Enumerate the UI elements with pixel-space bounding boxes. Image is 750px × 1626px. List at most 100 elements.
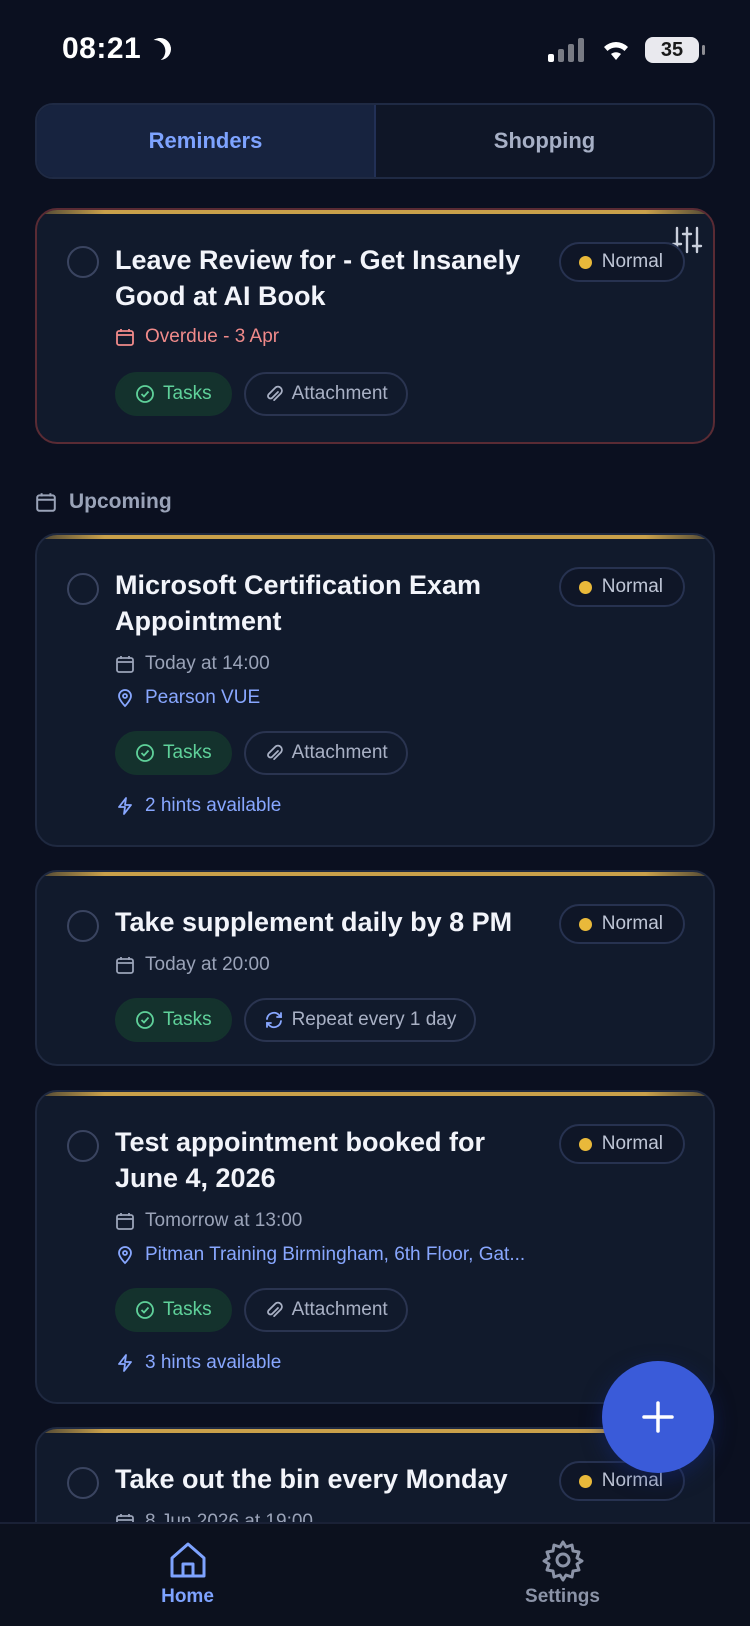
paperclip-icon [266, 744, 283, 760]
complete-checkbox[interactable] [67, 573, 99, 605]
priority-label: Normal [601, 1133, 663, 1154]
tab-home-label: Home [161, 1586, 214, 1607]
battery-level: 35 [660, 38, 684, 61]
check-circle-icon [136, 385, 154, 403]
wifi-icon [604, 42, 628, 60]
complete-checkbox[interactable] [67, 1467, 99, 1499]
due-time: Today at 20:00 [115, 954, 270, 976]
attachment-chip-label: Attachment [291, 742, 388, 763]
complete-checkbox[interactable] [67, 910, 99, 942]
priority-label: Normal [601, 576, 663, 597]
due-time-text: Today at 20:00 [145, 954, 270, 975]
priority-dot [578, 255, 592, 269]
priority-label: Normal [601, 251, 663, 272]
location-link[interactable]: Pitman Training Birmingham, 6th Floor, G… [115, 1244, 525, 1266]
location-text: Pearson VUE [145, 687, 261, 708]
attachment-chip[interactable]: Attachment [243, 1288, 408, 1332]
reminder-card[interactable]: Take supplement daily by 8 PM Normal Tod… [35, 870, 715, 1066]
tab-reminders[interactable]: Reminders [37, 105, 376, 177]
tab-settings-label: Settings [525, 1586, 600, 1607]
tasks-chip-label: Tasks [163, 383, 212, 404]
priority-dot [578, 1474, 592, 1488]
chip-row: Tasks Repeat every 1 day [115, 998, 477, 1042]
complete-checkbox[interactable] [67, 246, 99, 278]
attachment-chip-label: Attachment [291, 1299, 388, 1320]
location-text: Pitman Training Birmingham, 6th Floor, G… [145, 1244, 526, 1265]
paperclip-icon [266, 385, 283, 401]
tasks-chip[interactable]: Tasks [115, 372, 232, 416]
due-time-text: Tomorrow at 13:00 [145, 1210, 303, 1231]
calendar-icon [36, 493, 56, 512]
check-circle-icon [136, 1301, 154, 1319]
tasks-chip[interactable]: Tasks [115, 731, 232, 775]
clock-text: 08:21 [62, 32, 142, 65]
reminder-title: Take supplement daily by 8 PM [115, 907, 513, 937]
list-segmented-control: Reminders Shopping [35, 103, 715, 179]
hints-text: 2 hints available [145, 795, 282, 816]
priority-badge: Normal [558, 904, 685, 944]
battery-indicator: 35 [645, 37, 705, 63]
cellular-signal-icon [548, 38, 584, 62]
tab-settings[interactable]: Settings [375, 1524, 750, 1626]
due-time-text: Today at 14:00 [145, 653, 270, 674]
chip-row: Tasks Attachment [115, 1288, 408, 1332]
repeat-icon [265, 1011, 282, 1029]
hints-link[interactable]: 2 hints available [115, 795, 281, 817]
priority-label: Normal [601, 913, 663, 934]
chip-row: Tasks Attachment [115, 372, 408, 416]
do-not-disturb-icon [146, 35, 174, 63]
status-bar: 08:21 35 [0, 0, 750, 100]
add-reminder-button[interactable] [602, 1361, 714, 1473]
tasks-chip-label: Tasks [163, 1009, 212, 1030]
repeat-chip-label: Repeat every 1 day [291, 1009, 457, 1030]
tasks-chip[interactable]: Tasks [115, 998, 232, 1042]
reminder-title: Microsoft Certification Exam Appointment [115, 570, 482, 636]
location-link[interactable]: Pearson VUE [115, 687, 260, 709]
complete-checkbox[interactable] [67, 1130, 99, 1162]
location-pin-icon [118, 689, 132, 708]
due-date-text: Overdue - 3 Apr [145, 326, 280, 347]
priority-dot [578, 1137, 592, 1151]
section-upcoming: Upcoming [35, 490, 172, 514]
chip-row: Tasks Attachment [115, 731, 408, 775]
reminder-title: Take out the bin every Monday [115, 1464, 508, 1494]
section-title-text: Upcoming [69, 490, 172, 513]
reminder-card-overdue[interactable]: Leave Review for - Get Insanely Good at … [35, 208, 715, 444]
reminder-card[interactable]: Test appointment booked for June 4, 2026… [35, 1090, 715, 1404]
attachment-chip[interactable]: Attachment [243, 372, 408, 416]
status-time: 08:21 [62, 32, 171, 66]
priority-dot [578, 580, 592, 594]
calendar-icon [116, 329, 134, 346]
paperclip-icon [266, 1301, 283, 1317]
lightning-icon [118, 1354, 132, 1372]
priority-badge: Normal [558, 1124, 685, 1164]
reminder-card[interactable]: Microsoft Certification Exam Appointment… [35, 533, 715, 847]
gear-icon [542, 1540, 583, 1582]
calendar-icon [116, 656, 134, 673]
attachment-chip[interactable]: Attachment [243, 731, 408, 775]
tasks-chip-label: Tasks [163, 742, 212, 763]
location-pin-icon [118, 1246, 132, 1265]
check-circle-icon [136, 744, 154, 762]
priority-dot [578, 917, 592, 931]
plus-icon [642, 1401, 674, 1433]
home-icon [170, 1542, 205, 1578]
hints-text: 3 hints available [145, 1352, 282, 1373]
tab-home[interactable]: Home [0, 1524, 375, 1626]
calendar-icon [116, 1213, 134, 1230]
priority-badge: Normal [558, 242, 685, 282]
tasks-chip[interactable]: Tasks [115, 1288, 232, 1332]
reminder-title: Test appointment booked for June 4, 2026 [115, 1127, 485, 1193]
attachment-chip-label: Attachment [291, 383, 388, 404]
due-date: Overdue - 3 Apr [115, 326, 279, 348]
priority-label: Normal [601, 1470, 663, 1491]
lightning-icon [118, 797, 132, 815]
repeat-chip[interactable]: Repeat every 1 day [243, 998, 477, 1042]
hints-link[interactable]: 3 hints available [115, 1352, 281, 1374]
check-circle-icon [136, 1011, 154, 1029]
tab-shopping[interactable]: Shopping [376, 105, 713, 177]
bottom-tab-bar: Home Settings [0, 1522, 750, 1626]
reminder-title: Leave Review for - Get Insanely Good at … [115, 245, 521, 311]
priority-badge: Normal [558, 567, 685, 607]
tasks-chip-label: Tasks [163, 1299, 212, 1320]
